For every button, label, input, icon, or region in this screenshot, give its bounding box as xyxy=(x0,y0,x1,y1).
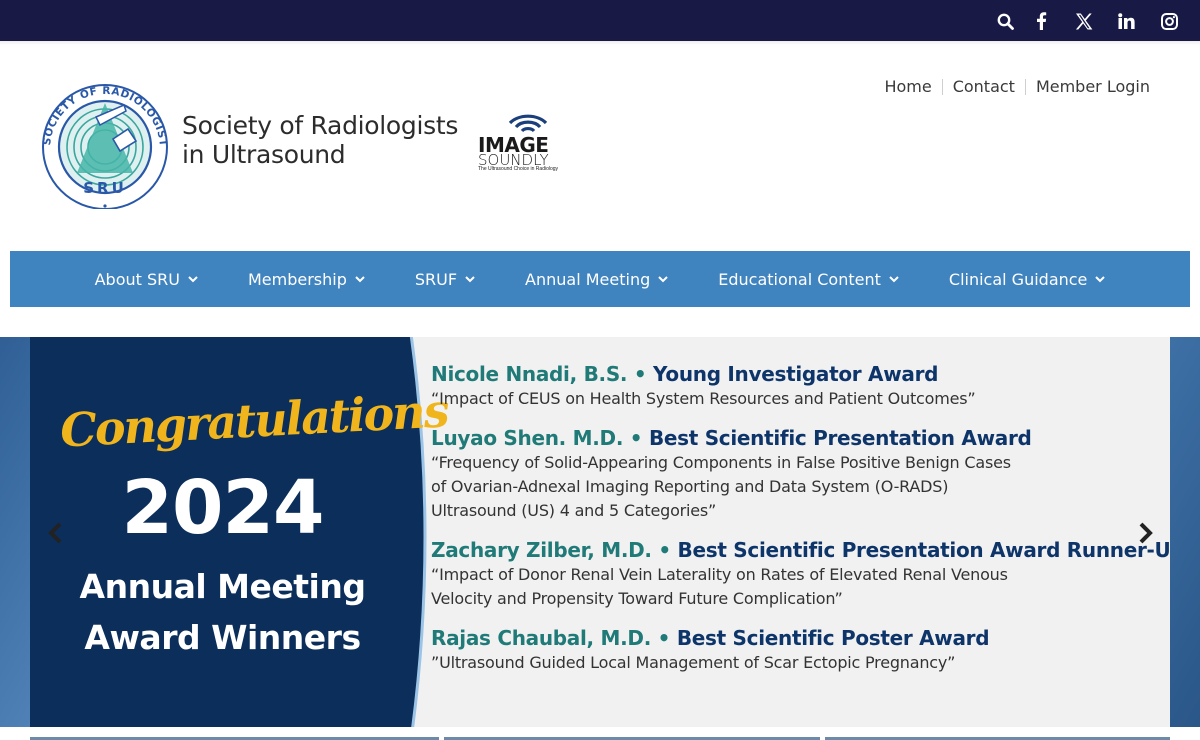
sponsor-tagline: The Ultrasound Choice in Radiology xyxy=(478,166,559,172)
award-description: of Ovarian-Adnexal Imaging Reporting and… xyxy=(431,477,949,496)
site-header: SOCIETY OF RADIOLOGISTS IN ULTRASOUND SR… xyxy=(0,41,1200,251)
award-year: 2024 xyxy=(121,465,325,551)
nav-item-clinical-guidance[interactable]: Clinical Guidance xyxy=(924,251,1131,307)
sponsor-logo[interactable]: IMAGE SOUNDLY The Ultrasound Choice in R… xyxy=(476,111,588,175)
chevron-down-icon xyxy=(889,275,899,282)
award-subheading: Annual Meeting Award Winners xyxy=(30,561,415,663)
award-entry: Nicole Nnadi, B.S. • Young Investigator … xyxy=(431,361,1161,411)
contact-link[interactable]: Contact xyxy=(943,77,1025,96)
award-winner-line: Luyao Shen. M.D. • Best Scientific Prese… xyxy=(431,425,1161,451)
award-description: “Impact of CEUS on Health System Resourc… xyxy=(431,389,976,408)
org-name-line2: in Ultrasound xyxy=(182,140,346,169)
utility-nav: Home Contact Member Login xyxy=(874,77,1160,96)
chevron-down-icon xyxy=(658,275,668,282)
chevron-down-icon xyxy=(355,275,365,282)
slider-prev-button[interactable] xyxy=(44,521,68,545)
org-name[interactable]: Society of Radiologists in Ultrasound xyxy=(182,111,472,169)
award-subheading-line2: Award Winners xyxy=(84,618,361,657)
award-winner-line: Rajas Chaubal, M.D. • Best Scientific Po… xyxy=(431,625,1161,651)
award-description: “Frequency of Solid-Appearing Components… xyxy=(431,453,1011,472)
award-winner-line: Zachary Zilber, M.D. • Best Scientific P… xyxy=(431,537,1170,563)
award-description: ”Ultrasound Guided Local Management of S… xyxy=(431,653,956,672)
winner-name: Luyao Shen. M.D. • xyxy=(431,426,643,450)
award-title: Best Scientific Presentation Award Runne… xyxy=(677,538,1170,562)
award-entry: Zachary Zilber, M.D. • Best Scientific P… xyxy=(431,537,1170,611)
slide-award-winners[interactable]: Congratulations 2024 Annual Meeting Awar… xyxy=(30,337,1170,727)
nav-item-label: Clinical Guidance xyxy=(948,269,1088,289)
award-title: Best Scientific Poster Award xyxy=(676,626,990,650)
award-description: Ultrasound (US) 4 and 5 Categories” xyxy=(431,501,717,520)
award-entry: Luyao Shen. M.D. • Best Scientific Prese… xyxy=(431,425,1161,523)
facebook-icon[interactable] xyxy=(1028,8,1054,34)
chevron-down-icon xyxy=(465,275,475,282)
main-nav: About SRU Membership SRUF Annual Meeting… xyxy=(10,251,1190,307)
sru-seal-logo[interactable]: SOCIETY OF RADIOLOGISTS IN ULTRASOUND SR… xyxy=(33,72,172,210)
slider-thumbnails xyxy=(0,727,1200,740)
award-winner-line: Nicole Nnadi, B.S. • Young Investigator … xyxy=(431,361,1161,387)
top-bar xyxy=(0,0,1200,41)
slider-next-button[interactable] xyxy=(1133,521,1157,545)
nav-item-membership[interactable]: Membership xyxy=(223,251,390,307)
chevron-down-icon xyxy=(1095,275,1106,282)
nav-item-label: Annual Meeting xyxy=(525,269,651,289)
award-title: Best Scientific Presentation Award xyxy=(648,426,1032,450)
x-twitter-icon[interactable] xyxy=(1071,8,1097,34)
member-login-link[interactable]: Member Login xyxy=(1026,77,1160,96)
nav-item-annual-meeting[interactable]: Annual Meeting xyxy=(500,251,693,307)
chevron-down-icon xyxy=(188,275,198,282)
chevron-right-icon xyxy=(1139,522,1153,544)
wifi-waves-icon xyxy=(508,114,548,133)
nav-item-sruf[interactable]: SRUF xyxy=(390,251,500,307)
winner-name: Nicole Nnadi, B.S. • xyxy=(431,362,647,386)
award-list: Nicole Nnadi, B.S. • Young Investigator … xyxy=(431,361,1170,689)
award-entry: Rajas Chaubal, M.D. • Best Scientific Po… xyxy=(431,625,1161,675)
nav-item-educational-content[interactable]: Educational Content xyxy=(693,251,924,307)
nav-item-about-sru[interactable]: About SRU xyxy=(70,251,223,307)
instagram-icon[interactable] xyxy=(1156,8,1182,34)
nav-item-label: Membership xyxy=(247,269,347,289)
org-name-line1: Society of Radiologists xyxy=(182,111,459,140)
winner-name: Rajas Chaubal, M.D. • xyxy=(431,626,671,650)
seal-letters: SRU xyxy=(83,179,127,197)
award-subheading-line1: Annual Meeting xyxy=(79,567,366,606)
award-title: Young Investigator Award xyxy=(653,362,939,386)
chevron-left-icon xyxy=(48,522,62,544)
hero-slider: Congratulations 2024 Annual Meeting Awar… xyxy=(0,337,1200,727)
search-icon[interactable] xyxy=(992,8,1018,34)
winner-name: Zachary Zilber, M.D. • xyxy=(431,538,671,562)
home-link[interactable]: Home xyxy=(874,77,941,96)
award-description: Velocity and Propensity Toward Future Co… xyxy=(431,589,843,608)
linkedin-icon[interactable] xyxy=(1113,8,1139,34)
nav-item-label: About SRU xyxy=(94,269,180,289)
award-description: “Impact of Donor Renal Vein Laterality o… xyxy=(431,565,1008,584)
nav-item-label: SRUF xyxy=(414,269,458,289)
nav-item-label: Educational Content xyxy=(718,269,881,289)
